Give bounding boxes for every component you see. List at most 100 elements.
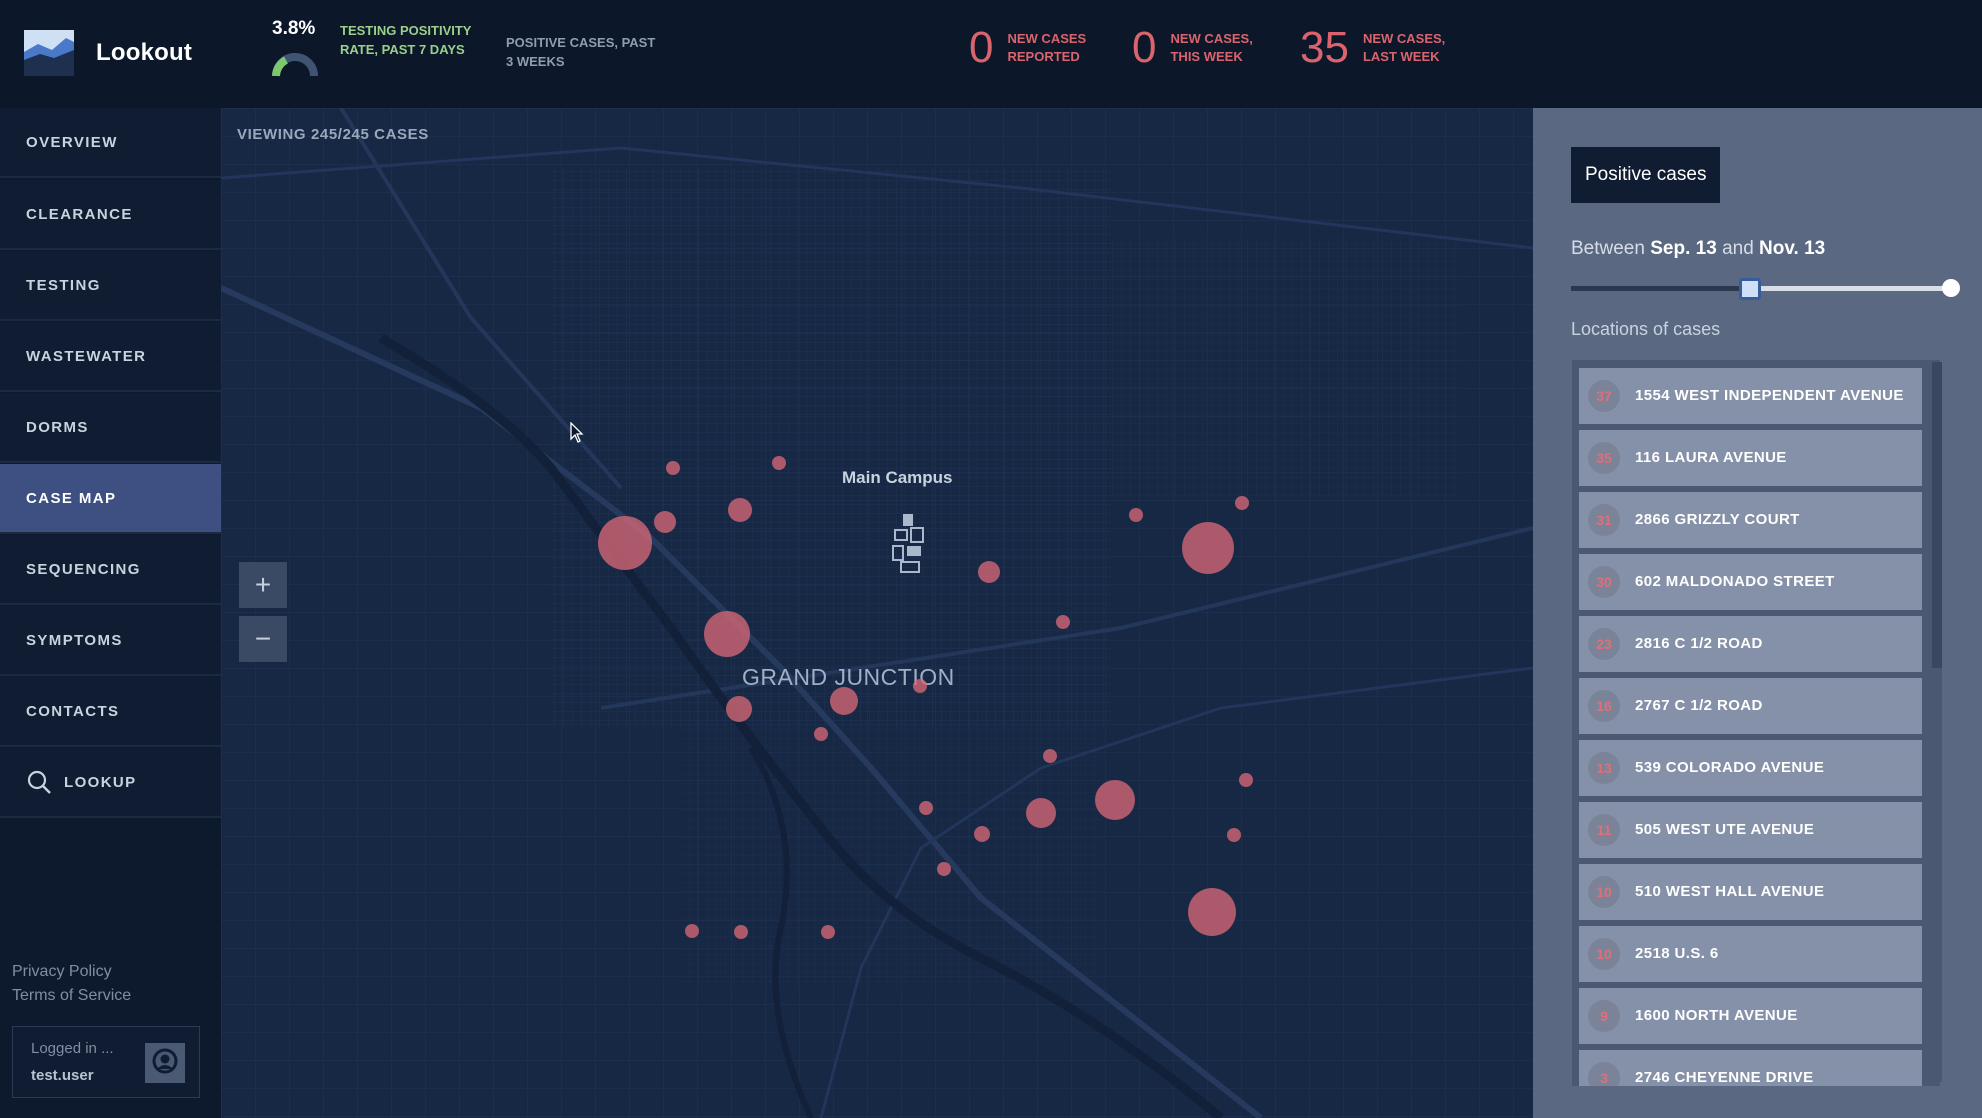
kpi-value: 35 — [1300, 23, 1349, 72]
list-item[interactable]: 30 602 MALDONADO STREET — [1579, 554, 1922, 610]
case-count-badge: 35 — [1588, 442, 1620, 474]
sidebar-item-clearance[interactable]: CLEARANCE — [0, 180, 221, 250]
list-item[interactable]: 31 2866 GRIZZLY COURT — [1579, 492, 1922, 548]
case-cluster[interactable] — [726, 696, 752, 722]
terms-of-service-link[interactable]: Terms of Service — [12, 984, 131, 1008]
location-address: 2746 CHEYENNE DRIVE — [1635, 1069, 1814, 1086]
case-cluster[interactable] — [728, 498, 752, 522]
scrollbar-thumb[interactable] — [1932, 362, 1942, 668]
list-item[interactable]: 3 2746 CHEYENNE DRIVE — [1579, 1050, 1922, 1086]
list-item[interactable]: 10 510 WEST HALL AVENUE — [1579, 864, 1922, 920]
case-count-badge: 13 — [1588, 752, 1620, 784]
list-item[interactable]: 37 1554 WEST INDEPENDENT AVENUE — [1579, 368, 1922, 424]
case-cluster[interactable] — [1056, 615, 1070, 629]
case-cluster[interactable] — [1182, 522, 1234, 574]
case-count-badge: 9 — [1588, 1000, 1620, 1032]
sidebar-item-label: SYMPTOMS — [26, 631, 123, 649]
list-item[interactable]: 23 2816 C 1/2 ROAD — [1579, 616, 1922, 672]
positive-cases-panel: Positive cases Between Sep. 13 and Nov. … — [1533, 108, 1982, 1118]
case-cluster[interactable] — [937, 862, 951, 876]
date-range-text: Between Sep. 13 and Nov. 13 — [1571, 238, 1825, 260]
case-cluster[interactable] — [978, 561, 1000, 583]
case-cluster[interactable] — [654, 511, 676, 533]
kpi-new-cases-last-week: 35 NEW CASES, LAST WEEK — [1300, 26, 1455, 70]
brand[interactable]: Lookout — [24, 30, 192, 76]
case-count-badge: 10 — [1588, 876, 1620, 908]
sidebar-item-label: CASE MAP — [26, 489, 117, 507]
case-count-badge: 37 — [1588, 380, 1620, 412]
kpi-value: 0 — [969, 23, 994, 72]
locations-scrollbar[interactable] — [1932, 362, 1942, 1082]
case-count-badge: 10 — [1588, 938, 1620, 970]
date-range-slider[interactable] — [1571, 276, 1960, 302]
slider-start-handle[interactable] — [1738, 278, 1761, 300]
list-item[interactable]: 16 2767 C 1/2 ROAD — [1579, 678, 1922, 734]
sidebar-item-symptoms[interactable]: SYMPTOMS — [0, 606, 221, 676]
panel-title[interactable]: Positive cases — [1571, 147, 1721, 203]
case-count-badge: 31 — [1588, 504, 1620, 536]
case-cluster[interactable] — [830, 687, 858, 715]
map-background — [221, 108, 1533, 1118]
case-cluster[interactable] — [1026, 798, 1056, 828]
case-cluster[interactable] — [1235, 496, 1249, 510]
campus-label: Main Campus — [842, 468, 953, 487]
zoom-in-button[interactable]: + — [239, 562, 287, 608]
end-date: Nov. 13 — [1759, 238, 1826, 259]
sidebar-item-wastewater[interactable]: WASTEWATER — [0, 322, 221, 392]
campus-buildings-icon — [892, 514, 924, 573]
case-cluster[interactable] — [734, 925, 748, 939]
app-name: Lookout — [96, 39, 193, 66]
case-cluster[interactable] — [1043, 749, 1057, 763]
sidebar-item-label: CLEARANCE — [26, 205, 133, 223]
case-cluster[interactable] — [974, 826, 990, 842]
list-item[interactable]: 35 116 LAURA AVENUE — [1579, 430, 1922, 486]
case-cluster[interactable] — [1095, 780, 1135, 820]
sidebar-item-contacts[interactable]: CONTACTS — [0, 677, 221, 747]
case-count-badge: 3 — [1588, 1062, 1620, 1086]
case-map[interactable]: VIEWING 245/245 CASES + − Main Campus GR… — [221, 108, 1533, 1118]
case-cluster[interactable] — [821, 925, 835, 939]
location-address: 510 WEST HALL AVENUE — [1635, 883, 1825, 900]
case-cluster[interactable] — [772, 456, 786, 470]
top-bar: Lookout 3.8% TESTING POSITIVITY RATE, PA… — [0, 0, 1982, 108]
sidebar-item-lookup[interactable]: LOOKUP — [0, 748, 221, 818]
case-cluster[interactable] — [814, 727, 828, 741]
case-cluster[interactable] — [1239, 773, 1253, 787]
mouse-pointer-icon — [570, 422, 584, 443]
kpi-new-cases-this-week: 0 NEW CASES, THIS WEEK — [1132, 26, 1262, 70]
sidebar-item-label: CONTACTS — [26, 702, 120, 720]
case-cluster[interactable] — [685, 924, 699, 938]
sidebar-item-case-map[interactable]: CASE MAP — [0, 464, 221, 534]
kpi-label: NEW CASES, LAST WEEK — [1362, 31, 1446, 64]
sidebar-item-sequencing[interactable]: SEQUENCING — [0, 535, 221, 605]
sidebar-item-dorms[interactable]: DORMS — [0, 393, 221, 463]
list-item[interactable]: 13 539 COLORADO AVENUE — [1579, 740, 1922, 796]
slider-end-handle[interactable] — [1942, 279, 1960, 297]
slider-fill — [1749, 286, 1951, 291]
case-count-badge: 23 — [1588, 628, 1620, 660]
case-cluster[interactable] — [913, 679, 927, 693]
locations-list[interactable]: 37 1554 WEST INDEPENDENT AVENUE 35 116 LAU… — [1572, 360, 1940, 1086]
location-address: 602 MALDONADO STREET — [1635, 573, 1835, 590]
case-cluster[interactable] — [1227, 828, 1241, 842]
sidebar-item-label: OVERVIEW — [26, 133, 118, 151]
list-item[interactable]: 11 505 WEST UTE AVENUE — [1579, 802, 1922, 858]
case-cluster[interactable] — [598, 516, 652, 570]
zoom-out-button[interactable]: − — [239, 616, 287, 662]
case-cluster[interactable] — [1129, 508, 1143, 522]
kpi-label: NEW CASES, THIS WEEK — [1170, 31, 1253, 64]
case-cluster[interactable] — [1188, 888, 1236, 936]
sidebar-item-testing[interactable]: TESTING — [0, 251, 221, 321]
user-box[interactable]: Logged in ... test.user — [12, 1026, 200, 1098]
case-cluster[interactable] — [666, 461, 680, 475]
case-count-badge: 11 — [1588, 814, 1620, 846]
case-cluster[interactable] — [704, 611, 750, 657]
case-cluster[interactable] — [919, 801, 933, 815]
list-item[interactable]: 9 1600 NORTH AVENUE — [1579, 988, 1922, 1044]
sidebar: OVERVIEW CLEARANCE TESTING WASTEWATER DO… — [0, 108, 221, 1118]
location-address: 2518 U.S. 6 — [1635, 945, 1719, 962]
sidebar-item-overview[interactable]: OVERVIEW — [0, 108, 221, 178]
list-item[interactable]: 10 2518 U.S. 6 — [1579, 926, 1922, 982]
location-address: 1554 WEST INDEPENDENT AVENUE — [1635, 387, 1904, 404]
privacy-policy-link[interactable]: Privacy Policy — [12, 960, 131, 984]
